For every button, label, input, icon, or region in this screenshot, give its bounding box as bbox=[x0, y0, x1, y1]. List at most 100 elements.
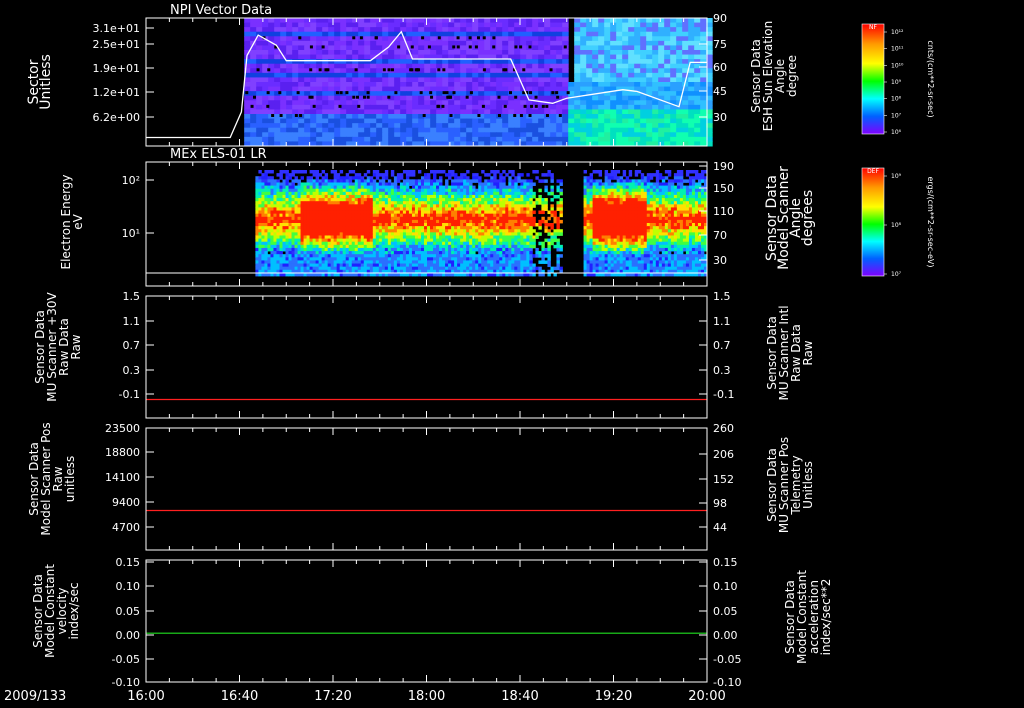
els-heatmap-cell bbox=[433, 241, 437, 246]
els-heatmap-cell bbox=[466, 216, 470, 221]
els-heatmap-cell bbox=[487, 185, 491, 190]
npi-heatmap-cell bbox=[274, 18, 281, 24]
els-heatmap-cell bbox=[351, 185, 356, 190]
npi-heatmap-cell bbox=[496, 132, 503, 138]
npi-heatmap-cell bbox=[688, 123, 695, 129]
els-heatmap-cell bbox=[433, 191, 437, 196]
els-heatmap-cell bbox=[342, 257, 347, 261]
els-heatmap-cell bbox=[369, 198, 374, 202]
els-heatmap-cell bbox=[417, 170, 422, 174]
els-heatmap-cell bbox=[423, 216, 428, 221]
npi-heatmap-cell bbox=[604, 63, 611, 69]
npi-heatmap-cell bbox=[634, 72, 641, 78]
els-heatmap-cell bbox=[378, 247, 383, 252]
els-heatmap-cell bbox=[261, 260, 265, 264]
npi-heatmap-cell bbox=[454, 27, 461, 33]
npi-heatmap-cell bbox=[508, 132, 515, 138]
els-heatmap-cell bbox=[445, 257, 449, 261]
npi-heatmap-cell bbox=[496, 63, 503, 69]
npi-heatmap-cell bbox=[478, 91, 485, 97]
els-heatmap-cell bbox=[433, 204, 437, 208]
els-heatmap-cell bbox=[433, 235, 437, 239]
els-heatmap-cell bbox=[279, 254, 283, 258]
els-heatmap-cell bbox=[267, 188, 271, 193]
els-heatmap-cell bbox=[411, 210, 416, 215]
npi-heatmap-cell bbox=[370, 95, 377, 101]
els-heatmap-cell bbox=[372, 260, 377, 264]
els-heatmap-cell bbox=[336, 191, 341, 196]
els-heatmap-cell bbox=[396, 173, 401, 177]
npi-heatmap-cell bbox=[490, 136, 497, 142]
els-heatmap-cell bbox=[433, 188, 437, 193]
npi-heatmap-cell bbox=[640, 136, 647, 142]
els-heatmap-cell bbox=[481, 213, 485, 218]
npi-heatmap-cell bbox=[370, 68, 377, 74]
npi-heatmap-cell bbox=[304, 54, 311, 60]
els-heatmap-cell bbox=[345, 266, 350, 271]
npi-heatmap-cell bbox=[538, 54, 545, 60]
npi-heatmap-cell bbox=[352, 82, 359, 88]
npi-heatmap-cell bbox=[646, 109, 653, 115]
els-heatmap-cell bbox=[369, 182, 374, 186]
npi-heatmap-cell bbox=[304, 59, 311, 65]
els-heatmap-cell bbox=[451, 223, 455, 227]
npi-heatmap-cell bbox=[562, 136, 569, 142]
npi-heatmap-cell bbox=[340, 95, 347, 101]
els-heatmap-cell bbox=[351, 251, 356, 255]
els-heatmap-cell bbox=[366, 201, 371, 205]
npi-heatmap-cell bbox=[394, 132, 401, 138]
els-heatmap-cell bbox=[330, 194, 335, 199]
npi-heatmap-cell bbox=[304, 123, 311, 129]
els-heatmap-cell bbox=[333, 226, 338, 230]
els-heatmap-cell bbox=[466, 226, 470, 230]
npi-heatmap-cell bbox=[262, 136, 269, 142]
els-heatmap-cell bbox=[342, 251, 347, 255]
els-heatmap-cell bbox=[469, 210, 473, 215]
npi-heatmap-cell bbox=[382, 86, 389, 92]
els-heatmap-cell bbox=[430, 244, 434, 249]
els-heatmap-cell bbox=[306, 207, 310, 211]
els-heatmap-cell bbox=[469, 191, 473, 196]
els-heatmap-cell bbox=[375, 238, 380, 243]
els-heatmap-cell bbox=[442, 257, 446, 261]
els-heatmap-cell bbox=[345, 176, 350, 180]
npi-heatmap-cell bbox=[250, 72, 257, 78]
els-heatmap-cell bbox=[351, 238, 356, 243]
els-heatmap-cell bbox=[487, 257, 491, 261]
npi-heatmap-cell bbox=[376, 118, 383, 124]
npi-heatmap-cell bbox=[406, 86, 413, 92]
npi-heatmap-cell bbox=[442, 45, 449, 51]
npi-heatmap-cell bbox=[534, 104, 538, 108]
npi-heatmap-cell bbox=[502, 123, 509, 129]
els-heatmap-cell bbox=[306, 263, 310, 268]
npi-heatmap-cell bbox=[424, 63, 431, 69]
npi-heatmap-cell bbox=[640, 22, 647, 28]
npi-heatmap-cell bbox=[430, 40, 437, 46]
npi-heatmap-cell bbox=[562, 31, 569, 37]
npi-heatmap-cell bbox=[616, 109, 623, 115]
els-heatmap-cell bbox=[423, 226, 428, 230]
npi-heatmap-cell bbox=[688, 22, 695, 28]
els-heatmap-cell bbox=[258, 223, 262, 227]
npi-heatmap-cell bbox=[604, 18, 611, 24]
npi-heatmap-cell bbox=[358, 114, 365, 120]
npi-heatmap-cell bbox=[388, 136, 395, 142]
els-heatmap-cell bbox=[463, 241, 467, 246]
els-heatmap-cell bbox=[496, 182, 500, 186]
els-heatmap-cell bbox=[348, 170, 353, 174]
npi-heatmap-cell bbox=[298, 68, 305, 74]
els-heatmap-cell bbox=[345, 173, 350, 177]
els-heatmap-cell bbox=[460, 188, 464, 193]
els-heatmap-cell bbox=[282, 263, 286, 268]
npi-heatmap-cell bbox=[652, 91, 659, 97]
npi-heatmap-cell bbox=[503, 104, 507, 108]
npi-heatmap-cell bbox=[484, 127, 491, 133]
npi-heatmap-cell bbox=[346, 18, 353, 24]
npi-heatmap-cell bbox=[460, 86, 467, 92]
npi-heatmap-cell bbox=[352, 45, 359, 51]
npi-heatmap-cell bbox=[508, 100, 515, 106]
els-heatmap-cell bbox=[451, 170, 455, 174]
els-heatmap-cell bbox=[427, 210, 431, 215]
els-heatmap-cell bbox=[330, 229, 335, 233]
els-heatmap-cell bbox=[414, 210, 419, 215]
